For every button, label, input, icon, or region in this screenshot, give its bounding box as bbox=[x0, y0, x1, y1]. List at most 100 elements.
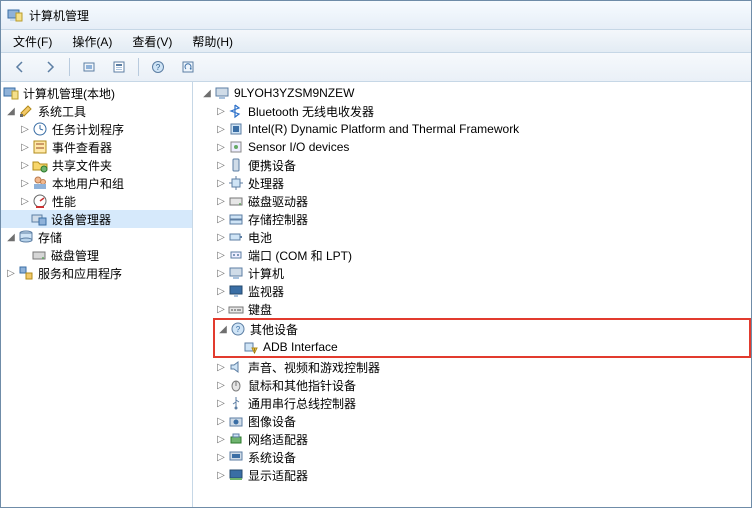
expand-icon[interactable]: ▷ bbox=[215, 469, 227, 481]
collapse-icon[interactable]: ◢ bbox=[201, 87, 213, 99]
expand-icon[interactable]: ▷ bbox=[215, 361, 227, 373]
expand-icon[interactable]: ▷ bbox=[215, 379, 227, 391]
expand-icon[interactable]: ▷ bbox=[19, 177, 31, 189]
device-sensor-io[interactable]: ▷Sensor I/O devices bbox=[193, 138, 751, 156]
device-keyboards[interactable]: ▷键盘 bbox=[193, 300, 751, 318]
tree-label: 磁盘管理 bbox=[51, 247, 99, 264]
device-label: 通用串行总线控制器 bbox=[248, 395, 356, 412]
tree-event-viewer[interactable]: ▷事件查看器 bbox=[1, 138, 192, 156]
tree-performance[interactable]: ▷性能 bbox=[1, 192, 192, 210]
help-button[interactable]: ? bbox=[145, 55, 171, 79]
device-other-devices[interactable]: ◢ ? 其他设备 bbox=[215, 320, 749, 338]
nav-back-button[interactable] bbox=[7, 55, 33, 79]
tree-storage[interactable]: ◢ 存储 bbox=[1, 228, 192, 246]
device-root-computer[interactable]: ◢ 9LYOH3YZSM9NZEW bbox=[193, 84, 751, 102]
device-label: 声音、视频和游戏控制器 bbox=[248, 359, 380, 376]
tree-label: 设备管理器 bbox=[51, 211, 111, 228]
toolbar-divider bbox=[69, 58, 70, 76]
toolbar-divider bbox=[138, 58, 139, 76]
tree-label: 共享文件夹 bbox=[52, 157, 112, 174]
tree-shared-folders[interactable]: ▷ 共享文件夹 bbox=[1, 156, 192, 174]
device-label: 网络适配器 bbox=[248, 431, 308, 448]
device-bluetooth[interactable]: ▷Bluetooth 无线电收发器 bbox=[193, 102, 751, 120]
device-label: 存储控制器 bbox=[248, 211, 308, 228]
expand-icon[interactable]: ▷ bbox=[215, 159, 227, 171]
computer-mgmt-icon bbox=[3, 85, 19, 101]
left-tree-pane: 计算机管理(本地) ◢ 系统工具 ▷任务计划程序 bbox=[1, 82, 193, 507]
expand-icon[interactable]: ▷ bbox=[215, 451, 227, 463]
device-intel-dptf[interactable]: ▷Intel(R) Dynamic Platform and Thermal F… bbox=[193, 120, 751, 138]
computer-icon bbox=[214, 85, 230, 101]
warning-device-icon: ! bbox=[243, 339, 259, 355]
network-icon bbox=[228, 431, 244, 447]
expand-icon[interactable]: ▷ bbox=[215, 213, 227, 225]
tree-services-apps[interactable]: ▷ 服务和应用程序 bbox=[1, 264, 192, 282]
menu-file[interactable]: 文件(F) bbox=[5, 31, 60, 52]
expand-icon[interactable]: ▷ bbox=[215, 177, 227, 189]
device-network-adapters[interactable]: ▷ 网络适配器 bbox=[193, 430, 751, 448]
svg-text:?: ? bbox=[156, 63, 161, 72]
expand-icon[interactable]: ▷ bbox=[215, 123, 227, 135]
device-disk-drives[interactable]: ▷磁盘驱动器 bbox=[193, 192, 751, 210]
device-label: 系统设备 bbox=[248, 449, 296, 466]
expand-icon[interactable]: ▷ bbox=[215, 105, 227, 117]
expand-icon[interactable]: ▷ bbox=[215, 397, 227, 409]
expand-icon[interactable]: ▷ bbox=[5, 267, 17, 279]
device-ports[interactable]: ▷端口 (COM 和 LPT) bbox=[193, 246, 751, 264]
device-label: ADB Interface bbox=[263, 340, 338, 354]
storage-icon bbox=[18, 229, 34, 245]
expand-icon[interactable]: ▷ bbox=[215, 415, 227, 427]
collapse-icon[interactable]: ◢ bbox=[217, 323, 229, 335]
clock-icon bbox=[32, 121, 48, 137]
expand-icon[interactable]: ▷ bbox=[19, 141, 31, 153]
menu-view[interactable]: 查看(V) bbox=[124, 31, 180, 52]
device-label: 其他设备 bbox=[250, 321, 298, 338]
tree-task-scheduler[interactable]: ▷任务计划程序 bbox=[1, 120, 192, 138]
device-adb-interface[interactable]: ! ADB Interface bbox=[215, 338, 749, 356]
scan-button[interactable] bbox=[76, 55, 102, 79]
device-imaging[interactable]: ▷ 图像设备 bbox=[193, 412, 751, 430]
device-sound-video-game[interactable]: ▷ 声音、视频和游戏控制器 bbox=[193, 358, 751, 376]
perf-icon bbox=[32, 193, 48, 209]
expand-icon[interactable]: ▷ bbox=[215, 231, 227, 243]
expand-icon[interactable]: ▷ bbox=[215, 285, 227, 297]
device-label: 显示适配器 bbox=[248, 467, 308, 484]
collapse-icon[interactable]: ◢ bbox=[5, 105, 17, 117]
device-storage-controllers[interactable]: ▷ 存储控制器 bbox=[193, 210, 751, 228]
collapse-icon[interactable]: ◢ bbox=[5, 231, 17, 243]
menu-help[interactable]: 帮助(H) bbox=[184, 31, 241, 52]
tree-device-manager[interactable]: 设备管理器 bbox=[1, 210, 192, 228]
expand-icon[interactable]: ▷ bbox=[19, 159, 31, 171]
device-batteries[interactable]: ▷ 电池 bbox=[193, 228, 751, 246]
menu-action[interactable]: 操作(A) bbox=[64, 31, 120, 52]
refresh-button[interactable] bbox=[175, 55, 201, 79]
expand-icon[interactable]: ▷ bbox=[19, 195, 31, 207]
device-mice[interactable]: ▷鼠标和其他指针设备 bbox=[193, 376, 751, 394]
tree-disk-management[interactable]: 磁盘管理 bbox=[1, 246, 192, 264]
device-label: 电池 bbox=[248, 229, 272, 246]
device-computers[interactable]: ▷计算机 bbox=[193, 264, 751, 282]
expand-icon[interactable]: ▷ bbox=[215, 141, 227, 153]
expand-icon[interactable]: ▷ bbox=[215, 267, 227, 279]
expand-icon[interactable]: ▷ bbox=[215, 249, 227, 261]
expand-icon[interactable]: ▷ bbox=[215, 433, 227, 445]
device-processors[interactable]: ▷处理器 bbox=[193, 174, 751, 192]
expand-icon[interactable]: ▷ bbox=[215, 303, 227, 315]
bluetooth-icon bbox=[228, 103, 244, 119]
tree-local-users[interactable]: ▷本地用户和组 bbox=[1, 174, 192, 192]
device-usb-controllers[interactable]: ▷ 通用串行总线控制器 bbox=[193, 394, 751, 412]
expand-icon[interactable]: ▷ bbox=[19, 123, 31, 135]
device-display-adapters[interactable]: ▷ 显示适配器 bbox=[193, 466, 751, 484]
svg-text:!: ! bbox=[254, 349, 255, 355]
tree-system-tools[interactable]: ◢ 系统工具 bbox=[1, 102, 192, 120]
device-system-devices[interactable]: ▷ 系统设备 bbox=[193, 448, 751, 466]
expand-icon[interactable]: ▷ bbox=[215, 195, 227, 207]
properties-button[interactable] bbox=[106, 55, 132, 79]
device-portable[interactable]: ▷便携设备 bbox=[193, 156, 751, 174]
battery-icon bbox=[228, 229, 244, 245]
event-icon bbox=[32, 139, 48, 155]
tree-root-computer-management[interactable]: 计算机管理(本地) bbox=[1, 84, 192, 102]
device-label: 图像设备 bbox=[248, 413, 296, 430]
device-monitors[interactable]: ▷监视器 bbox=[193, 282, 751, 300]
nav-forward-button[interactable] bbox=[37, 55, 63, 79]
